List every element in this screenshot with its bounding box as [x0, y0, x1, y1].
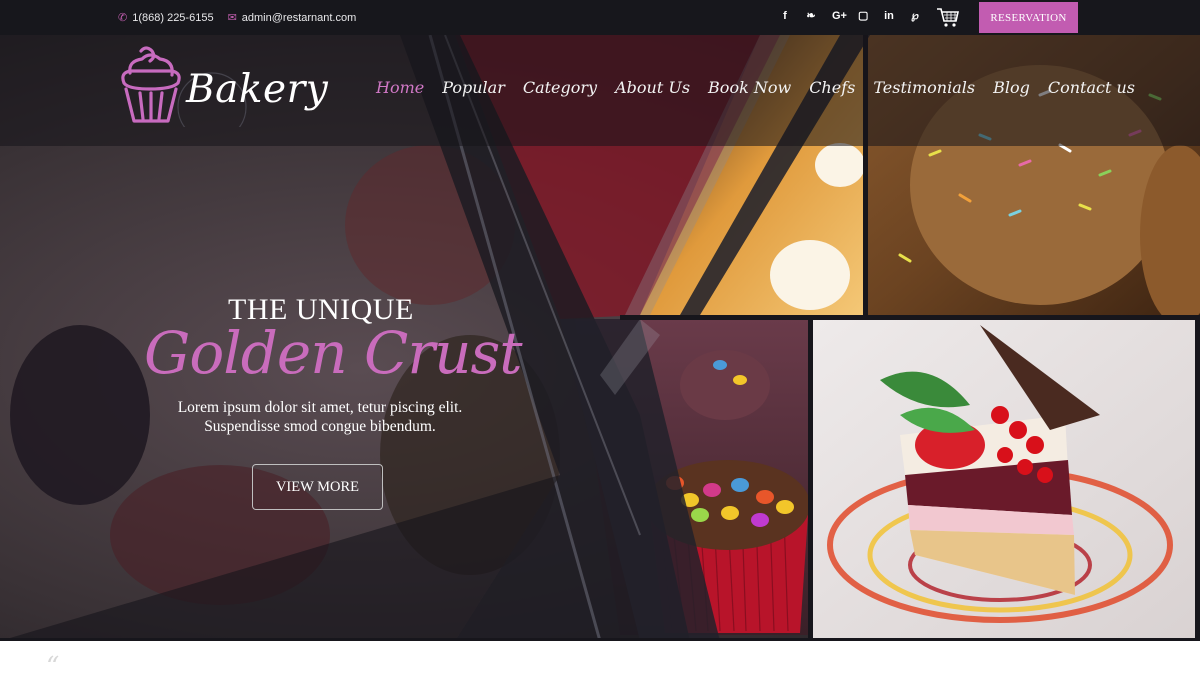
phone-icon: ✆: [118, 12, 128, 24]
linkedin-icon[interactable]: in: [884, 10, 894, 22]
hero-lead: Lorem ipsum dolor sit amet, tetur piscin…: [140, 398, 500, 436]
email-link[interactable]: ✉ admin@restarnant.com: [227, 11, 357, 25]
view-more-button[interactable]: VIEW MORE: [252, 464, 383, 510]
nav-popular[interactable]: Popular: [442, 78, 505, 97]
facebook-icon[interactable]: f: [780, 10, 790, 22]
nav-blog[interactable]: Blog: [993, 78, 1030, 97]
nav-about-us[interactable]: About Us: [615, 78, 690, 97]
social-links: f ❧ G+ ▢ in ℘: [780, 9, 936, 23]
email-address: admin@restarnant.com: [241, 11, 357, 24]
hero-lead-line-2: Suspendisse smod congue bibendum.: [204, 418, 436, 435]
hero-headline: Golden Crust: [144, 319, 523, 387]
hero-banner: Bakery Home Popular Category About Us Bo…: [0, 35, 1200, 641]
nav-contact-us[interactable]: Contact us: [1048, 78, 1135, 97]
quote-icon: “: [46, 652, 60, 675]
main-navbar: Bakery Home Popular Category About Us Bo…: [0, 35, 1200, 146]
google-plus-icon[interactable]: G+: [832, 10, 847, 22]
nav-category[interactable]: Category: [523, 78, 597, 97]
main-menu: Home Popular Category About Us Book Now …: [376, 78, 1153, 97]
reservation-button[interactable]: RESERVATION: [979, 2, 1078, 33]
brand-name[interactable]: Bakery: [186, 67, 328, 112]
twitter-icon[interactable]: ❧: [806, 9, 816, 22]
phone-link[interactable]: ✆ 1(868) 225-6155: [118, 11, 214, 25]
shopping-cart-icon[interactable]: [936, 6, 960, 28]
pinterest-icon[interactable]: ℘: [910, 9, 920, 22]
hero-lead-line-1: Lorem ipsum dolor sit amet, tetur piscin…: [177, 399, 463, 416]
nav-testimonials[interactable]: Testimonials: [873, 78, 975, 97]
envelope-icon: ✉: [227, 12, 237, 24]
nav-home[interactable]: Home: [376, 78, 424, 97]
top-bar: ✆ 1(868) 225-6155 ✉ admin@restarnant.com…: [0, 0, 1200, 35]
phone-number: 1(868) 225-6155: [132, 11, 214, 24]
instagram-icon[interactable]: ▢: [858, 9, 868, 22]
nav-book-now[interactable]: Book Now: [708, 78, 791, 97]
nav-chefs[interactable]: Chefs: [809, 78, 855, 97]
contact-info: ✆ 1(868) 225-6155 ✉ admin@restarnant.com: [118, 11, 370, 25]
